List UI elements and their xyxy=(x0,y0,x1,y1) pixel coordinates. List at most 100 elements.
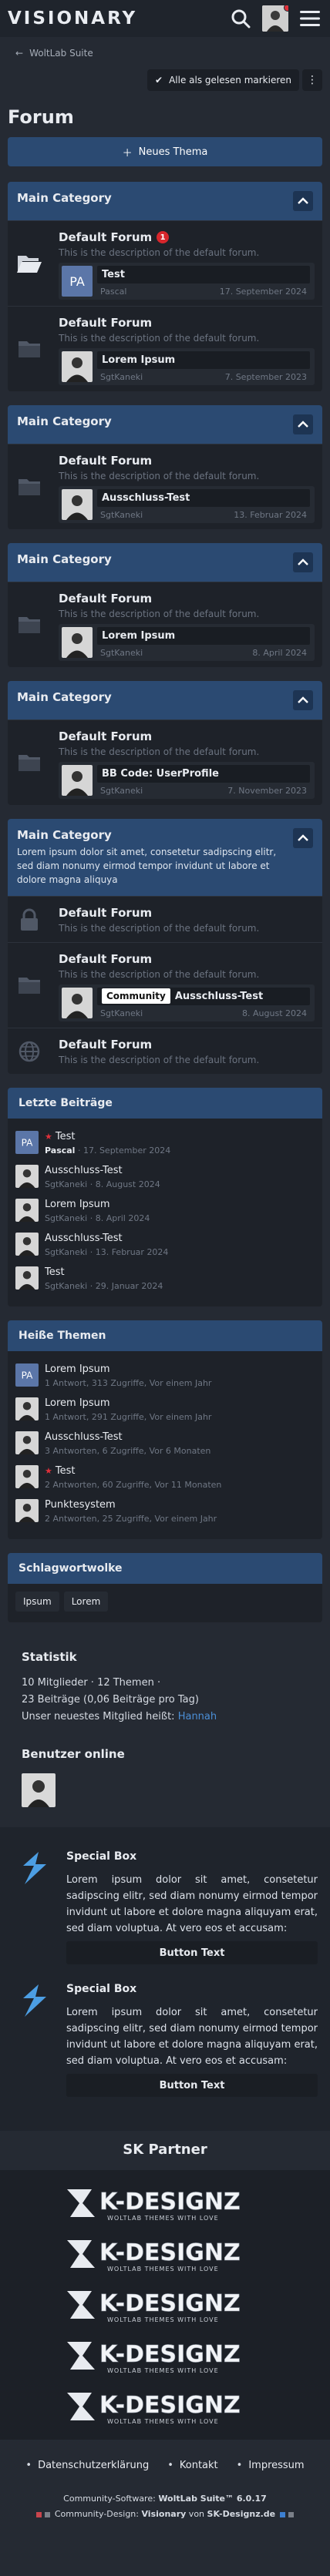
post-title[interactable]: Ausschluss-Test xyxy=(45,1233,123,1244)
partner-logo[interactable]: K-DESIGNZ WOLTLAB THEMES WITH LOVE xyxy=(0,2330,330,2381)
user-avatar[interactable] xyxy=(262,5,288,32)
footer-link[interactable]: Impressum xyxy=(237,2460,304,2471)
software-link[interactable]: WoltLab Suite™ 6.0.17 xyxy=(158,2494,267,2504)
category-header[interactable]: Main Category xyxy=(8,543,322,582)
partner-logo[interactable]: K-DESIGNZ WOLTLAB THEMES WITH LOVE xyxy=(0,2279,330,2330)
category-title[interactable]: Main Category xyxy=(17,191,112,205)
avatar[interactable] xyxy=(62,351,93,382)
post-author[interactable]: SgtKaneki xyxy=(45,1247,87,1257)
category-title[interactable]: Main Category xyxy=(17,552,112,566)
list-item[interactable]: Ausschluss-Test SgtKaneki · 13. Februar 2… xyxy=(15,1228,315,1262)
post-title[interactable]: Lorem Ipsum xyxy=(45,1199,110,1210)
last-post[interactable]: Ausschluss-Test SgtKaneki 13. Februar 2024 xyxy=(59,486,315,523)
avatar[interactable] xyxy=(15,1266,39,1290)
breadcrumb-link[interactable]: WoltLab Suite xyxy=(29,48,93,59)
last-post-author[interactable]: SgtKaneki xyxy=(100,786,143,796)
avatar[interactable] xyxy=(15,1199,39,1222)
search-icon[interactable] xyxy=(228,6,253,31)
last-post-author[interactable]: SgtKaneki xyxy=(100,1008,143,1018)
post-author[interactable]: SgtKaneki xyxy=(45,1179,87,1189)
partner-logo[interactable]: K-DESIGNZ WOLTLAB THEMES WITH LOVE xyxy=(0,2178,330,2229)
avatar[interactable] xyxy=(62,988,93,1018)
online-user-avatar[interactable] xyxy=(22,1773,56,1807)
category-title[interactable]: Main Category xyxy=(17,690,112,704)
footer-link[interactable]: Kontakt xyxy=(167,2460,218,2471)
list-item[interactable]: PA ★ Test Pascal · 17. September 2024 xyxy=(15,1126,315,1160)
last-post-author[interactable]: SgtKaneki xyxy=(100,648,143,658)
topic-title[interactable]: Ausschluss-Test xyxy=(45,1431,123,1443)
list-item[interactable]: Test SgtKaneki · 29. Januar 2024 xyxy=(15,1262,315,1296)
last-post[interactable]: Lorem Ipsum SgtKaneki 7. September 2023 xyxy=(59,348,315,385)
board-row[interactable]: Default Forum This is the description of … xyxy=(8,582,322,667)
board-row[interactable]: Default Forum This is the description of … xyxy=(8,942,322,1028)
last-post-author[interactable]: Pascal xyxy=(100,287,126,297)
last-post[interactable]: BB Code: UserProfile SgtKaneki 7. November… xyxy=(59,762,315,799)
list-item[interactable]: Punktesystem 2 Antworten, 25 Zugriffe, Vo… xyxy=(15,1494,315,1528)
special-box-button[interactable]: Button Text xyxy=(66,2074,318,2097)
post-author[interactable]: Pascal xyxy=(45,1145,75,1156)
board-row[interactable]: Default Forum This is the description of … xyxy=(8,1028,322,1074)
last-post-title[interactable]: Ausschluss-Test xyxy=(102,492,190,504)
list-item[interactable]: Lorem Ipsum SgtKaneki · 8. April 2024 xyxy=(15,1194,315,1228)
tag[interactable]: Lorem xyxy=(63,1592,109,1612)
list-item[interactable]: Ausschluss-Test 3 Antworten, 6 Zugriffe, … xyxy=(15,1427,315,1461)
category-header[interactable]: Main Category xyxy=(8,182,322,220)
partner-logo[interactable]: K-DESIGNZ WOLTLAB THEMES WITH LOVE xyxy=(0,2381,330,2432)
board-name[interactable]: Default Forum xyxy=(59,592,152,605)
board-row[interactable]: Default Forum This is the description of … xyxy=(8,306,322,391)
avatar[interactable] xyxy=(15,1499,39,1522)
chevron-up-icon[interactable] xyxy=(293,552,313,572)
topic-title[interactable]: Test xyxy=(56,1465,76,1477)
avatar[interactable] xyxy=(15,1431,39,1454)
topic-title[interactable]: Lorem Ipsum xyxy=(45,1397,110,1409)
avatar[interactable] xyxy=(15,1465,39,1488)
last-post-author[interactable]: SgtKaneki xyxy=(100,372,143,382)
avatar[interactable] xyxy=(62,489,93,520)
chevron-up-icon[interactable] xyxy=(293,191,313,211)
category-header[interactable]: Main Category xyxy=(8,405,322,444)
last-post[interactable]: PA Test Pascal 17. September 2024 xyxy=(59,263,315,300)
post-title[interactable]: Test xyxy=(56,1131,76,1142)
board-name[interactable]: Default Forum xyxy=(59,952,152,966)
breadcrumb[interactable]: ← WoltLab Suite xyxy=(0,37,330,69)
category-header[interactable]: Main Category Lorem ipsum dolor sit amet,… xyxy=(8,819,322,896)
board-row[interactable]: Default Forum This is the description of … xyxy=(8,719,322,805)
last-post-author[interactable]: SgtKaneki xyxy=(100,510,143,520)
topic-title[interactable]: Punktesystem xyxy=(45,1499,116,1511)
list-item[interactable]: Ausschluss-Test SgtKaneki · 8. August 202… xyxy=(15,1160,315,1194)
category-header[interactable]: Main Category xyxy=(8,681,322,719)
footer-link[interactable]: Datenschutzerklärung xyxy=(25,2460,149,2471)
post-title[interactable]: Ausschluss-Test xyxy=(45,1165,123,1176)
avatar[interactable] xyxy=(15,1397,39,1420)
board-name[interactable]: Default Forum xyxy=(59,230,152,244)
board-row[interactable]: Default Forum This is the description of … xyxy=(8,896,322,942)
post-author[interactable]: SgtKaneki xyxy=(45,1213,87,1223)
last-post-title[interactable]: Test xyxy=(102,269,125,280)
post-title[interactable]: Test xyxy=(45,1266,65,1278)
avatar[interactable]: PA xyxy=(62,266,93,297)
board-name[interactable]: Default Forum xyxy=(59,316,152,330)
avatar[interactable] xyxy=(15,1165,39,1188)
list-item[interactable]: ★ Test 2 Antworten, 60 Zugriffe, Vor 11 Mo… xyxy=(15,1461,315,1494)
avatar[interactable] xyxy=(15,1233,39,1256)
chevron-up-icon[interactable] xyxy=(293,690,313,710)
partner-logo[interactable]: K-DESIGNZ WOLTLAB THEMES WITH LOVE xyxy=(0,2229,330,2279)
site-logo[interactable]: VISIONARY xyxy=(8,8,137,29)
chevron-up-icon[interactable] xyxy=(293,828,313,848)
avatar[interactable] xyxy=(62,765,93,796)
category-title[interactable]: Main Category xyxy=(17,414,112,428)
board-name[interactable]: Default Forum xyxy=(59,1038,152,1052)
newest-member-link[interactable]: Hannah xyxy=(178,1711,217,1722)
last-post-title[interactable]: BB Code: UserProfile xyxy=(102,768,219,780)
special-box-button[interactable]: Button Text xyxy=(66,1941,318,1964)
last-post[interactable]: Community Ausschluss-Test SgtKaneki 8. Augu… xyxy=(59,984,315,1021)
list-item[interactable]: PA Lorem Ipsum 1 Antwort, 313 Zugriffe, Vo… xyxy=(15,1359,315,1393)
board-name[interactable]: Default Forum xyxy=(59,730,152,743)
board-row[interactable]: Default Forum 1 This is the description of… xyxy=(8,220,322,306)
mark-all-read-button[interactable]: ✔ Alle als gelesen markieren xyxy=(147,69,299,91)
list-item[interactable]: Lorem Ipsum 1 Antwort, 291 Zugriffe, Vor … xyxy=(15,1393,315,1427)
last-post[interactable]: Lorem Ipsum SgtKaneki 8. April 2024 xyxy=(59,624,315,661)
topic-title[interactable]: Lorem Ipsum xyxy=(45,1363,110,1375)
category-title[interactable]: Main Category xyxy=(17,828,293,842)
board-name[interactable]: Default Forum xyxy=(59,454,152,468)
